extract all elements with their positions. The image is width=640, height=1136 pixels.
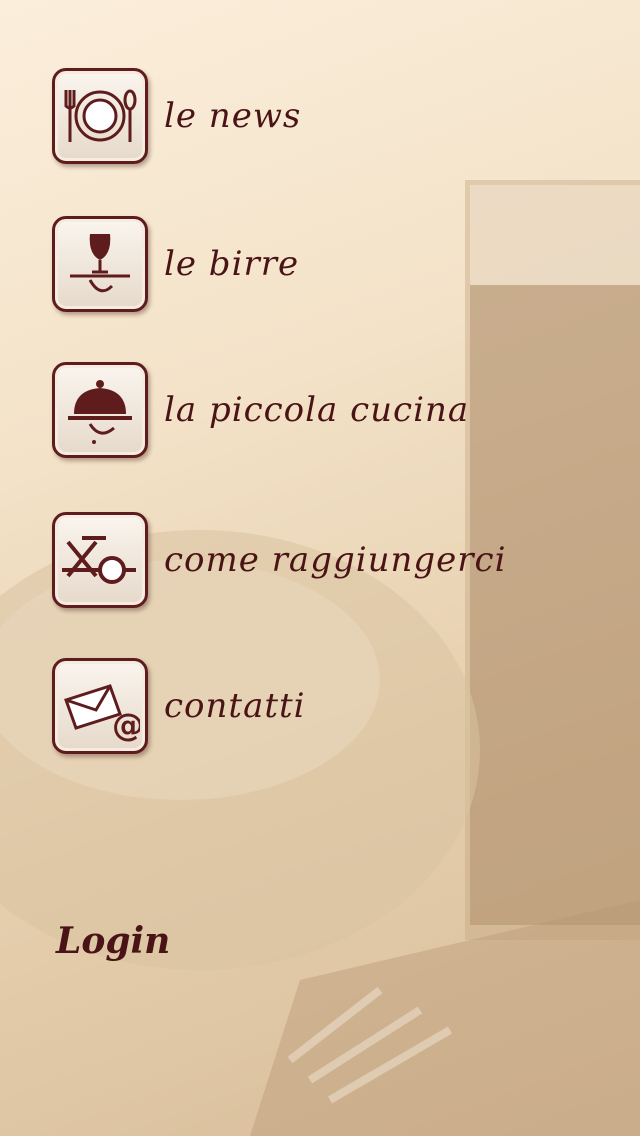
mail-at-icon: @ [52,658,148,754]
menu-item-birre[interactable]: le birre [52,216,299,312]
plate-cutlery-icon [52,68,148,164]
svg-text:@: @ [112,706,140,744]
menu-item-raggiungerci[interactable]: come raggiungerci [52,512,506,608]
menu-item-label: le news [164,96,302,136]
menu-item-label: come raggiungerci [164,540,507,580]
cloche-icon [52,362,148,458]
route-map-icon [52,512,148,608]
menu-item-news[interactable]: le news [52,68,301,164]
beer-tray-icon [52,216,148,312]
menu-item-label: le birre [164,244,300,284]
login-link[interactable]: Login [56,920,170,962]
menu-item-label: contatti [164,686,306,726]
menu-item-label: la piccola cucina [164,390,470,430]
menu-item-cucina[interactable]: la piccola cucina [52,362,469,458]
menu-item-contatti[interactable]: @ contatti [52,658,306,754]
